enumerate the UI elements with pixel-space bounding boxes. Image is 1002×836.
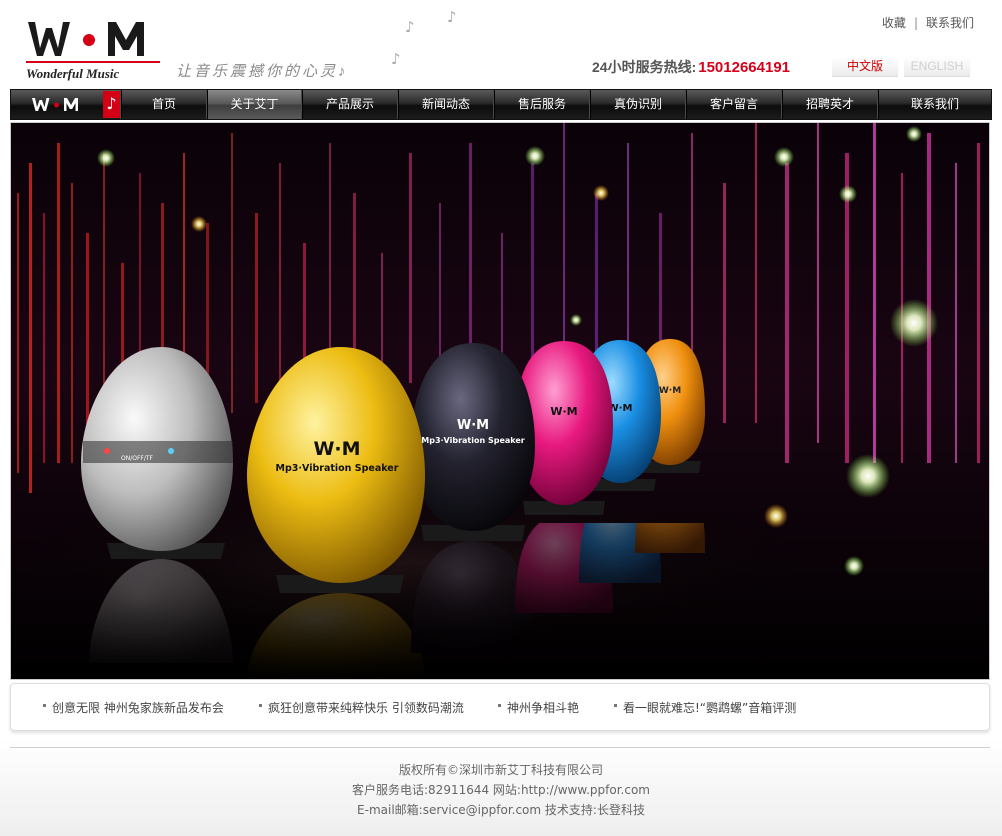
nav-item-careers[interactable]: 招聘英才 [781, 90, 878, 119]
music-note-icon: ♪ [391, 50, 401, 68]
news-title: 神州争相斗艳 [507, 701, 580, 715]
main-nav: ♪ 首页 关于艾丁 产品展示 新闻动态 售后服务 真伪识别 客户留言 招聘英才 … [10, 89, 992, 120]
music-note-icon: ♪ [405, 18, 415, 36]
speaker-logo: W·M [457, 418, 489, 433]
nav-item-home[interactable]: 首页 [120, 90, 207, 119]
speaker-logo: W·M [659, 386, 681, 396]
news-item[interactable]: 创意无限 神州兔家族新品发布会 [43, 699, 224, 716]
bullet-icon [43, 704, 46, 707]
music-note-icon: ♪ [103, 91, 120, 118]
copyright-text: 版权所有©深圳市新艾丁科技有限公司 [398, 763, 603, 777]
hero-banner: W·M W·M W·M W·M Mp3·Vibration Speaker W·… [10, 122, 990, 680]
bullet-icon [498, 704, 501, 707]
news-item[interactable]: 看一眼就难忘!“鹦鹉螺”音箱评测 [614, 699, 796, 716]
footer: 版权所有©深圳市新艾丁科技有限公司 客户服务电话:82911644 网站:htt… [0, 760, 1002, 820]
slogan: 让音乐震撼你的心灵♪ [176, 64, 349, 80]
nav-item-about[interactable]: 关于艾丁 [206, 90, 302, 119]
top-links: 收藏 | 联系我们 [882, 14, 974, 31]
footer-divider [10, 747, 990, 748]
news-title: 看一眼就难忘!“鹦鹉螺”音箱评测 [623, 701, 797, 715]
speaker-control-label: ON/OFF/TF [121, 455, 154, 462]
hotline: 24小时服务热线: 15012664191 [592, 57, 790, 77]
brand-logo[interactable]: Wonderful Music [24, 10, 164, 82]
nav-item-news[interactable]: 新闻动态 [397, 90, 494, 119]
contact-link[interactable]: 联系我们 [926, 16, 974, 30]
news-title: 创意无限 神州兔家族新品发布会 [52, 701, 224, 715]
speaker-logo: W·M [550, 405, 577, 418]
news-ticker: 创意无限 神州兔家族新品发布会 疯狂创意带来纯粹快乐 引领数码潮流 神州争相斗艳… [10, 683, 990, 731]
favorite-link[interactable]: 收藏 [882, 16, 906, 30]
link-separator: | [913, 16, 918, 30]
logo-script: Wonderful Music [26, 66, 120, 81]
news-item[interactable]: 神州争相斗艳 [498, 699, 579, 716]
contact-info: E-mail邮箱:service@ippfor.com 技术支持:长登科技 [357, 803, 645, 817]
hotline-number: 15012664191 [698, 59, 790, 76]
bullet-icon [614, 704, 617, 707]
speaker-label: Mp3·Vibration Speaker [276, 463, 399, 474]
service-info: 客户服务电话:82911644 网站:http://www.ppfor.com [352, 783, 650, 797]
english-language-button[interactable]: ENGLISH [904, 56, 970, 77]
nav-item-contact[interactable]: 联系我们 [877, 90, 992, 119]
hotline-label: 24小时服务热线: [592, 59, 697, 75]
speaker-logo: W·M [313, 438, 360, 460]
nav-item-products[interactable]: 产品展示 [301, 90, 398, 119]
nav-item-feedback[interactable]: 客户留言 [685, 90, 782, 119]
news-title: 疯狂创意带来纯粹快乐 引领数码潮流 [268, 701, 464, 715]
nav-item-after-sales[interactable]: 售后服务 [493, 90, 590, 119]
speaker-label: Mp3·Vibration Speaker [421, 436, 525, 445]
nav-item-authenticity[interactable]: 真伪识别 [589, 90, 686, 119]
language-switcher: 中文版 ENGLISH [832, 56, 976, 77]
nav-logo-icon[interactable] [31, 96, 83, 112]
chinese-language-button[interactable]: 中文版 [832, 56, 898, 77]
bullet-icon [259, 704, 262, 707]
news-item[interactable]: 疯狂创意带来纯粹快乐 引领数码潮流 [259, 699, 464, 716]
music-note-icon: ♪ [447, 8, 457, 26]
